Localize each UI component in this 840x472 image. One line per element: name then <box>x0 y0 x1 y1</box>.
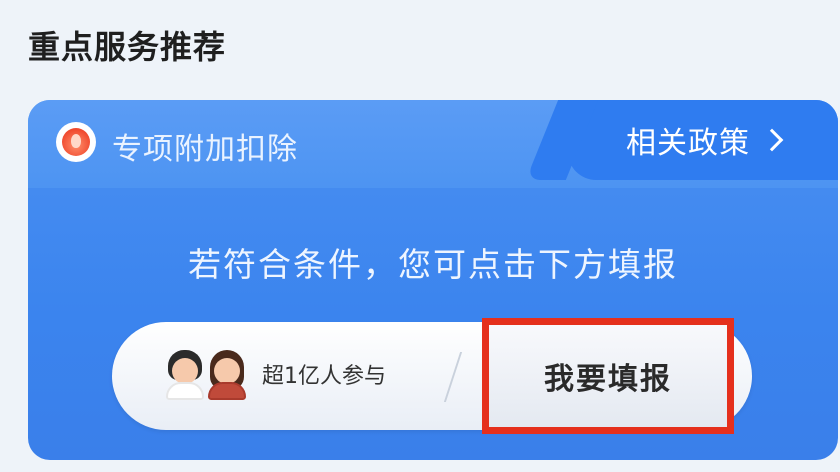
related-policy-link[interactable]: 相关政策 <box>568 100 838 180</box>
fill-in-button[interactable]: 我要填报 <box>482 318 734 434</box>
participants-count: 超1亿人参与 <box>262 364 386 389</box>
chevron-right-icon <box>760 128 784 152</box>
female-avatar-icon <box>204 350 250 400</box>
male-avatar-icon <box>162 350 208 400</box>
avatars-icon <box>162 350 252 402</box>
card-title: 专项附加扣除 <box>112 132 298 167</box>
prompt-text: 若符合条件，您可点击下方填报 <box>188 245 678 284</box>
divider <box>443 352 463 402</box>
section-title: 重点服务推荐 <box>28 28 227 66</box>
card-header: 专项附加扣除 相关政策 <box>28 100 838 188</box>
action-pill: 超1亿人参与 我要填报 <box>112 318 752 434</box>
fill-in-button-label: 我要填报 <box>544 362 672 397</box>
flame-logo-icon <box>56 122 96 162</box>
deduction-card: 专项附加扣除 相关政策 若符合条件，您可点击下方填报 超1亿人参与 我要填报 <box>28 100 838 460</box>
related-policy-label: 相关政策 <box>626 126 750 161</box>
